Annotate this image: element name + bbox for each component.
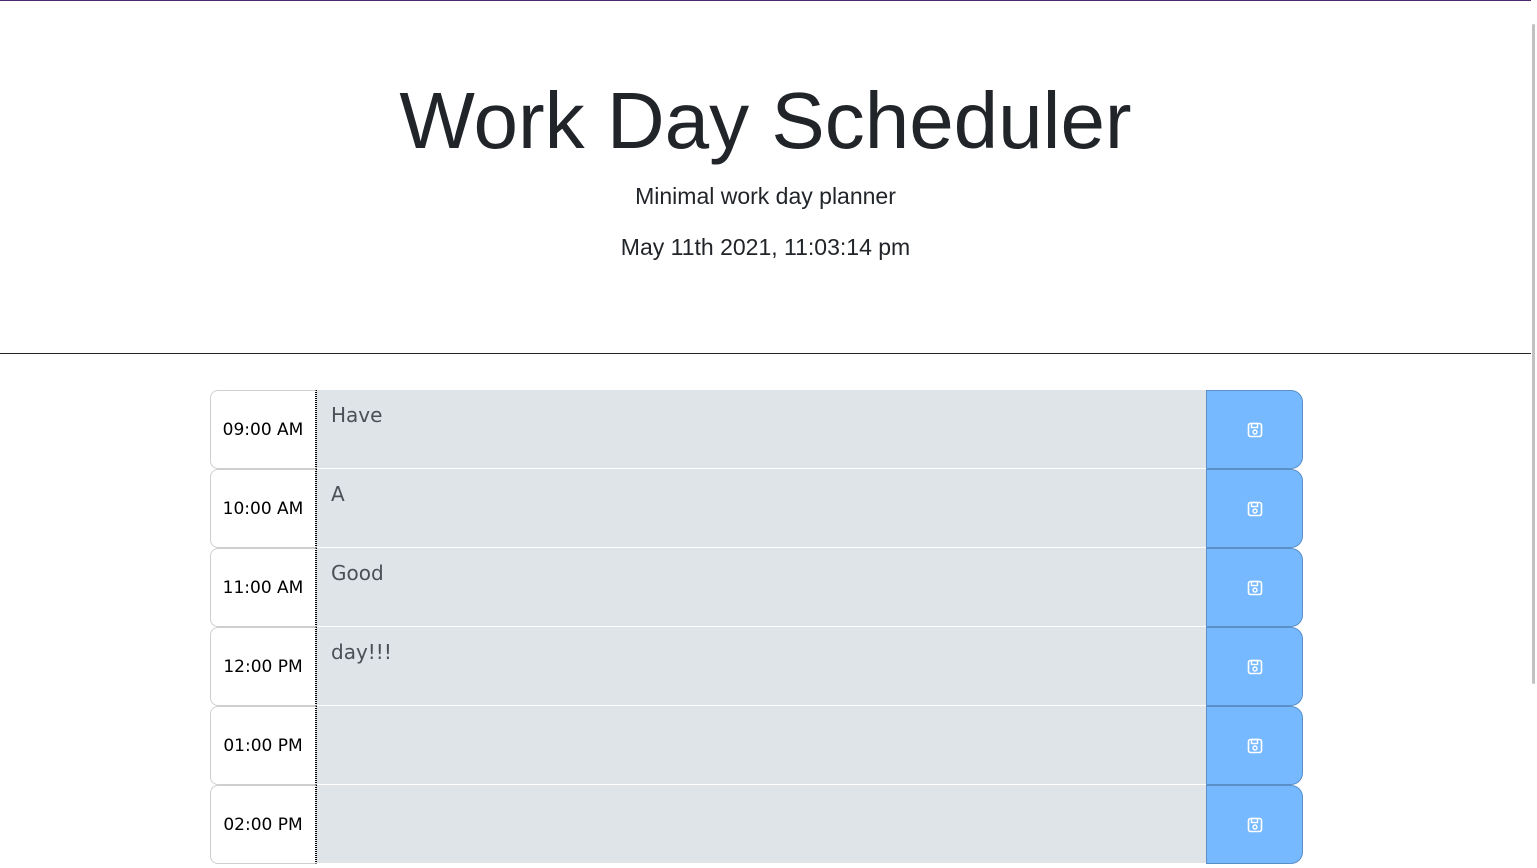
current-day: May 11th 2021, 11:03:14 pm [620,234,911,260]
description-textarea[interactable]: day!!! [316,627,1206,706]
page-title: Work Day Scheduler [399,76,1132,165]
hour-label: 11:00 AM [210,548,316,627]
schedule-container: 09:00 AM Have 10:00 AM A 11:00 AM Good 1… [210,390,1305,864]
scrollbar-thumb[interactable] [1532,24,1535,684]
time-block: 11:00 AM Good [210,548,1305,627]
time-block: 02:00 PM [210,785,1305,864]
description-textarea[interactable] [316,785,1206,864]
save-icon [1247,501,1262,516]
save-button[interactable] [1206,706,1303,785]
save-button[interactable] [1206,390,1303,469]
save-button[interactable] [1206,627,1303,706]
page-scrollbar[interactable] [1531,0,1537,868]
time-block: 09:00 AM Have [210,390,1305,469]
time-block: 01:00 PM [210,706,1305,785]
hour-label: 09:00 AM [210,390,316,469]
save-icon [1247,738,1262,753]
hour-label: 10:00 AM [210,469,316,548]
description-textarea[interactable]: Have [316,390,1206,469]
description-textarea[interactable]: Good [316,548,1206,627]
save-button[interactable] [1206,785,1303,864]
time-block: 12:00 PM day!!! [210,627,1305,706]
save-icon [1247,580,1262,595]
save-button[interactable] [1206,548,1303,627]
hour-label: 01:00 PM [210,706,316,785]
save-icon [1247,422,1262,437]
save-icon [1247,817,1262,832]
description-textarea[interactable] [316,706,1206,785]
time-block: 10:00 AM A [210,469,1305,548]
save-icon [1247,659,1262,674]
jumbotron-header: Work Day Scheduler Minimal work day plan… [0,1,1531,354]
save-button[interactable] [1206,469,1303,548]
hour-label: 02:00 PM [210,785,316,864]
description-textarea[interactable]: A [316,469,1206,548]
lead-subtitle: Minimal work day planner [635,183,896,209]
hour-label: 12:00 PM [210,627,316,706]
